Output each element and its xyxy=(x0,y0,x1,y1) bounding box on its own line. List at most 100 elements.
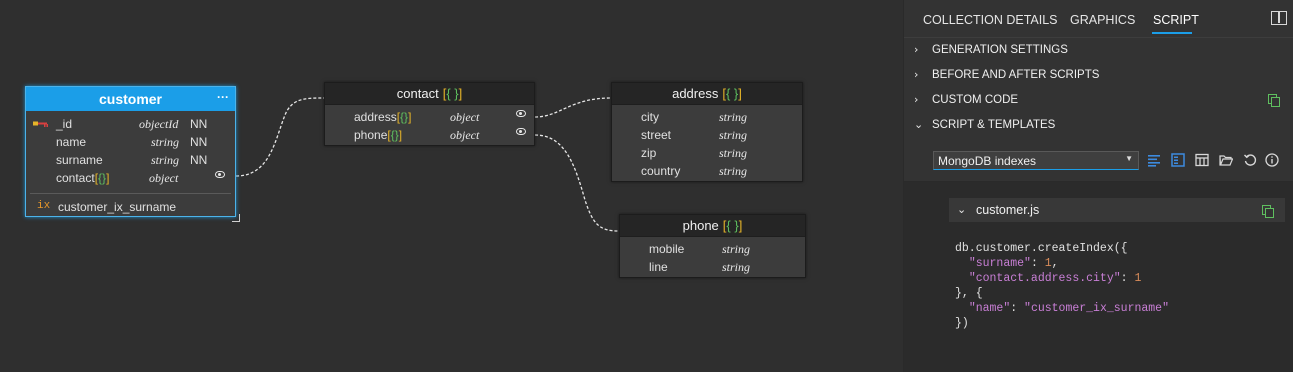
entity-contact[interactable]: contact [{ }] address[{}] object phone[{… xyxy=(324,82,535,146)
bracket-close: ] xyxy=(398,128,403,142)
array-brackets: [{ }] xyxy=(723,218,743,233)
diagram-canvas[interactable]: customer ··· _id objectId NN name string… xyxy=(0,0,903,372)
field-name-with-brackets: address[{}] xyxy=(354,110,411,124)
info-panel-icon[interactable] xyxy=(1171,153,1185,167)
bracket-close: ] xyxy=(106,171,110,185)
section-label: GENERATION SETTINGS xyxy=(932,44,1068,56)
resize-handle-icon[interactable] xyxy=(232,214,240,222)
section-generation-settings[interactable]: › GENERATION SETTINGS xyxy=(904,38,1293,63)
field-type: object xyxy=(450,128,480,142)
code-line: "surname": 1, xyxy=(968,257,1059,270)
tab-graphics[interactable]: GRAPHICS xyxy=(1070,13,1135,27)
field-row[interactable]: street string xyxy=(612,126,802,144)
template-toolbar: MongoDB indexes ▼ xyxy=(904,142,1293,182)
entity-header-phone[interactable]: phone [{ }] xyxy=(620,215,805,237)
array-brackets: [{ }] xyxy=(722,86,742,101)
field-name: line xyxy=(649,260,668,274)
file-name: customer.js xyxy=(976,203,1040,217)
field-type: string xyxy=(151,153,180,167)
eye-icon[interactable] xyxy=(516,128,526,135)
eye-icon[interactable] xyxy=(215,171,225,178)
layout-toggle-icon[interactable] xyxy=(1271,11,1287,25)
field-type: object xyxy=(149,171,179,185)
refresh-icon[interactable] xyxy=(1243,153,1257,167)
tab-collection-details[interactable]: COLLECTION DETAILS xyxy=(923,13,1058,27)
entity-header-address[interactable]: address [{ }] xyxy=(612,83,802,105)
chevron-right-icon: › xyxy=(914,43,919,56)
field-type: string xyxy=(719,164,748,178)
field-name-with-brackets: contact[{}] xyxy=(56,171,109,185)
field-name: address xyxy=(354,110,397,124)
entity-address[interactable]: address [{ }] city string street string … xyxy=(611,82,803,182)
tab-script[interactable]: SCRIPT xyxy=(1153,13,1199,27)
field-row[interactable]: address[{}] object xyxy=(325,108,534,126)
bracket-close: ] xyxy=(408,110,412,124)
code-line: }) xyxy=(955,317,969,330)
field-row[interactable]: city string xyxy=(612,108,802,126)
code-block[interactable]: db.customer.createIndex({ "surname": 1, … xyxy=(955,241,1169,331)
code-line: }, { xyxy=(955,287,983,300)
code-string: "customer_ix_surname" xyxy=(1024,302,1169,315)
list-icon[interactable] xyxy=(1147,153,1161,167)
folder-open-icon[interactable] xyxy=(1219,153,1233,167)
field-row[interactable]: phone[{}] object xyxy=(325,126,534,144)
copy-icon[interactable] xyxy=(1262,205,1274,218)
entity-customer[interactable]: customer ··· _id objectId NN name string… xyxy=(25,86,236,217)
brace-pair: { } xyxy=(726,218,739,233)
field-row[interactable]: name string NN xyxy=(26,133,235,151)
entity-title: contact xyxy=(396,86,439,101)
file-header[interactable]: ⌄ customer.js xyxy=(949,198,1285,222)
template-select[interactable]: MongoDB indexes ▼ xyxy=(933,151,1139,170)
field-name: contact xyxy=(56,171,95,185)
section-script-templates[interactable]: ⌄ SCRIPT & TEMPLATES xyxy=(904,113,1293,138)
brace-pair: {} xyxy=(400,110,409,124)
eye-icon[interactable] xyxy=(516,110,526,117)
code-line: db.customer.createIndex({ xyxy=(955,242,1128,255)
field-row[interactable]: contact[{}] object xyxy=(26,169,235,187)
field-row[interactable]: zip string xyxy=(612,144,802,162)
script-preview: ⌄ customer.js db.customer.createIndex({ … xyxy=(904,182,1293,372)
field-name: mobile xyxy=(649,242,685,256)
divider xyxy=(30,193,231,194)
field-row[interactable]: surname string NN xyxy=(26,151,235,169)
chevron-down-icon: ▼ xyxy=(1125,154,1133,163)
entity-title: address xyxy=(672,86,719,101)
info-icon[interactable] xyxy=(1265,153,1279,167)
field-name: country xyxy=(641,164,681,178)
code-line: "name": "customer_ix_surname" xyxy=(968,302,1169,315)
code-number: 1 xyxy=(1044,257,1052,270)
field-row[interactable]: _id objectId NN xyxy=(26,115,235,133)
entity-header-customer[interactable]: customer ··· xyxy=(26,87,235,111)
template-grid-icon[interactable] xyxy=(1195,153,1209,167)
entity-phone[interactable]: phone [{ }] mobile string line string xyxy=(619,214,806,278)
copy-icon[interactable] xyxy=(1268,94,1280,107)
menu-dots-icon[interactable]: ··· xyxy=(217,90,229,104)
array-brackets: [{ }] xyxy=(443,86,463,101)
brace-pair: { } xyxy=(446,86,459,101)
field-row[interactable]: mobile string xyxy=(620,240,805,258)
field-name: surname xyxy=(56,153,103,167)
chevron-right-icon: › xyxy=(914,68,919,81)
section-label: SCRIPT & TEMPLATES xyxy=(932,119,1056,131)
section-before-after-scripts[interactable]: › BEFORE AND AFTER SCRIPTS xyxy=(904,63,1293,88)
field-name: _id xyxy=(56,117,73,131)
entity-title: phone xyxy=(682,218,719,233)
section-custom-code[interactable]: › CUSTOM CODE xyxy=(904,88,1293,113)
section-label: BEFORE AND AFTER SCRIPTS xyxy=(932,69,1100,81)
code-number: 1 xyxy=(1134,272,1142,285)
field-type: string xyxy=(719,146,748,160)
field-row[interactable]: line string xyxy=(620,258,805,276)
entity-header-contact[interactable]: contact [{ }] xyxy=(325,83,534,105)
bracket-close: ] xyxy=(458,86,463,101)
code-key: "name" xyxy=(968,302,1011,315)
chevron-down-icon: ⌄ xyxy=(914,118,924,131)
field-name: name xyxy=(56,135,87,149)
connector-contact-phone xyxy=(534,134,620,232)
index-row[interactable]: ix customer_ix_surname xyxy=(26,198,235,216)
brace-pair: {} xyxy=(98,171,107,185)
code-key: "contact.address.city" xyxy=(968,272,1121,285)
field-row[interactable]: country string xyxy=(612,162,802,180)
panel-tabs: COLLECTION DETAILS GRAPHICS SCRIPT xyxy=(904,0,1293,38)
field-name-with-brackets: phone[{}] xyxy=(354,128,402,142)
connector-customer-contact xyxy=(235,97,325,177)
